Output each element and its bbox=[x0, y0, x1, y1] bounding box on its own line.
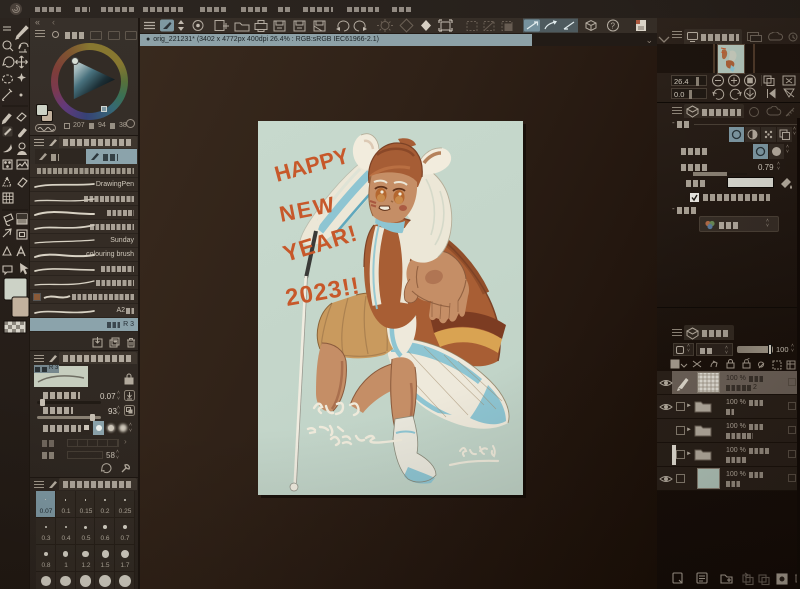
svg-text:?: ? bbox=[611, 22, 616, 31]
